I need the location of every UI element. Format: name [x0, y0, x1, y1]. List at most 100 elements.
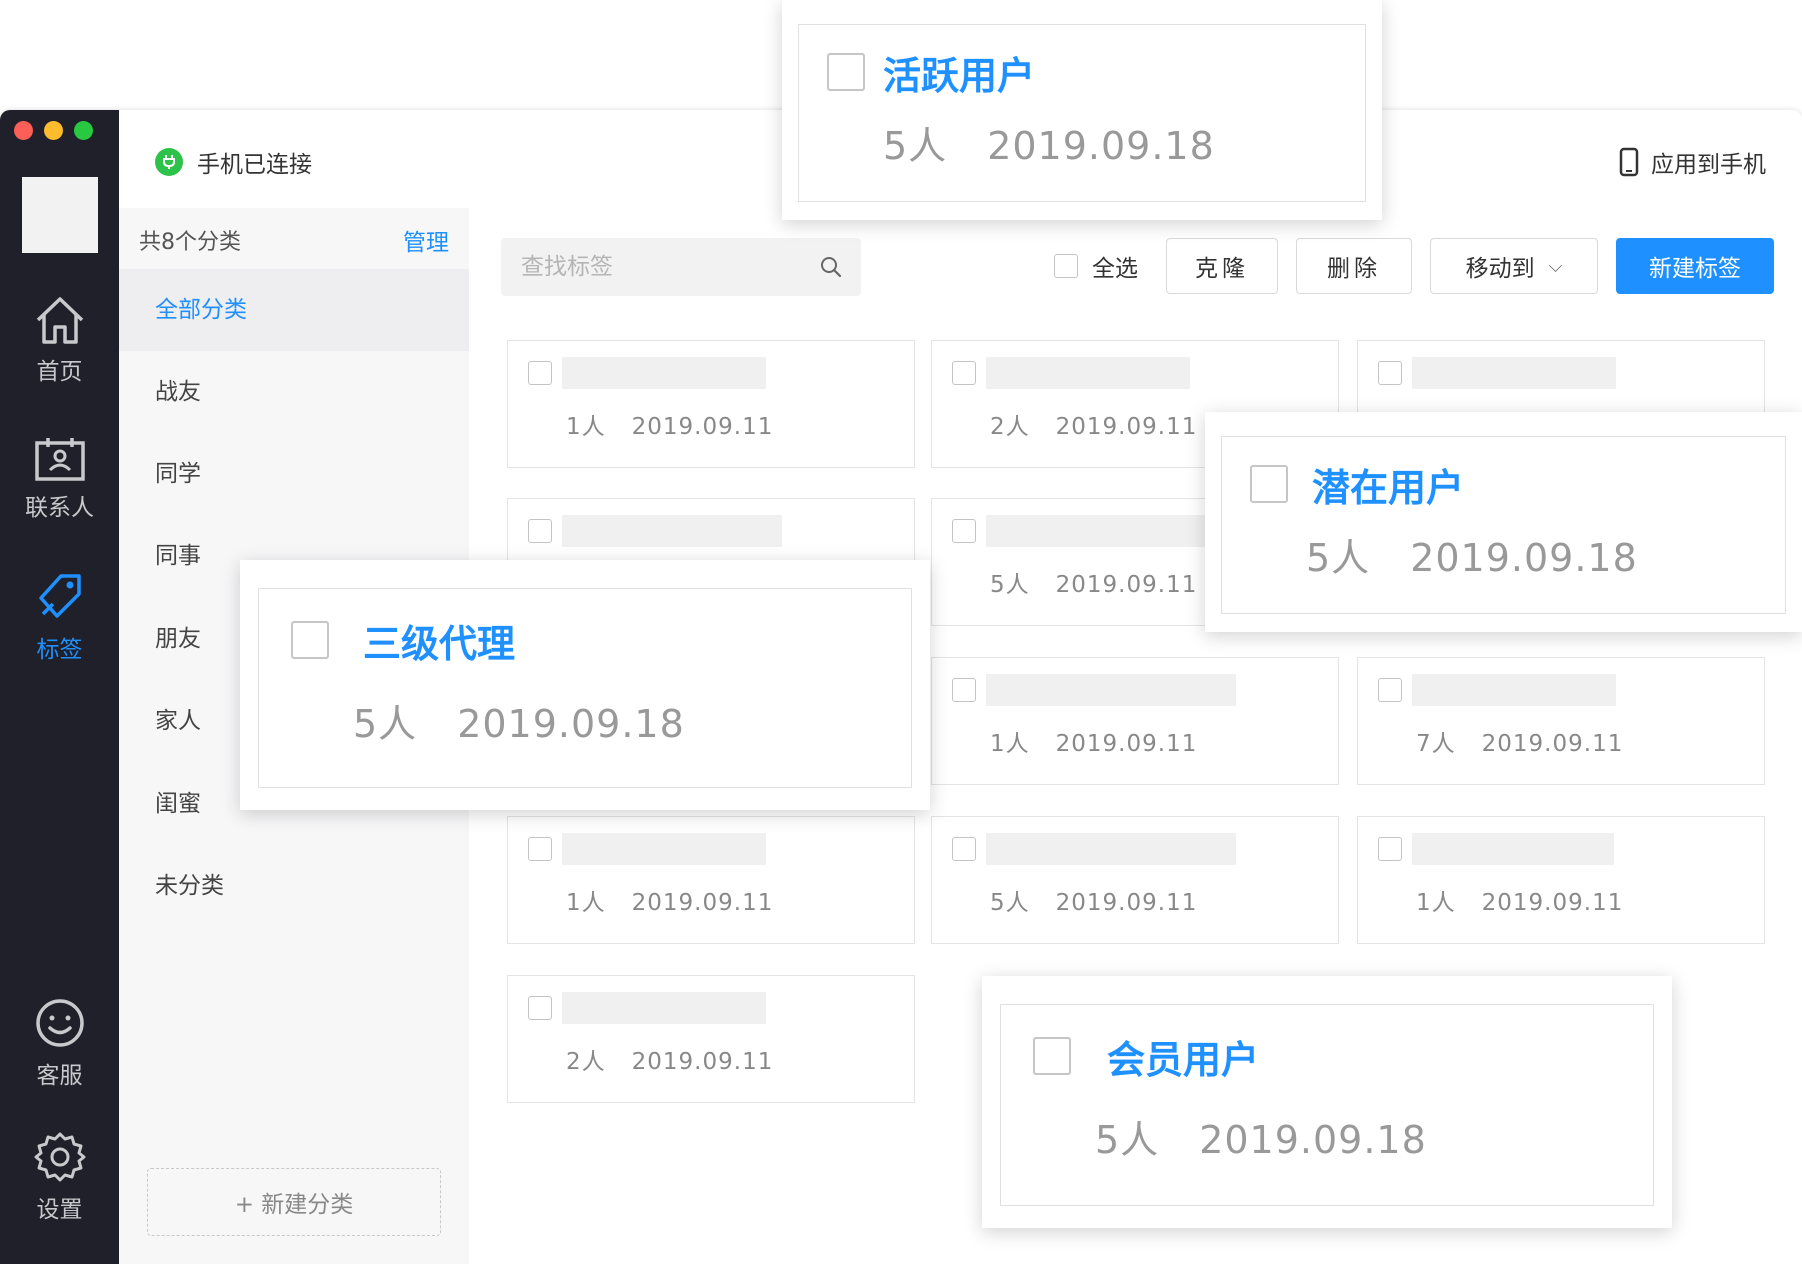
featured-tag-checkbox[interactable]	[827, 53, 865, 91]
contacts-icon	[34, 438, 85, 481]
tag-card[interactable]: 1人 2019.09.11	[507, 340, 915, 468]
tag-member-count: 1人	[990, 731, 1030, 757]
toolbar: 全选 克隆 删除 移动到 ⌵ 新建标签	[1054, 238, 1774, 294]
move-to-label: 移动到	[1465, 256, 1535, 282]
clone-button[interactable]: 克隆	[1166, 238, 1278, 294]
tag-date: 2019.09.11	[631, 414, 774, 440]
zoom-window-button[interactable]	[74, 121, 93, 140]
featured-tag-meta: 5人 2019.09.18	[1095, 1109, 1427, 1164]
featured-tag-title: 三级代理	[363, 622, 516, 666]
tag-member-count: 7人	[1416, 731, 1456, 757]
search-icon[interactable]	[819, 255, 843, 279]
featured-tag-date: 2019.09.18	[457, 702, 685, 746]
tag-icon	[38, 574, 81, 618]
tag-card-checkbox[interactable]	[1378, 361, 1402, 385]
nav-label-service: 客服	[36, 1063, 83, 1089]
tag-name-placeholder	[1412, 357, 1616, 389]
new-category-button[interactable]: + 新建分类	[147, 1168, 441, 1236]
tag-card-checkbox[interactable]	[952, 361, 976, 385]
tag-name-placeholder	[986, 674, 1236, 706]
featured-tag-meta: 5人 2019.09.18	[1306, 527, 1638, 582]
category-item[interactable]: 未分类	[119, 845, 469, 927]
connection-status: 手机已连接	[155, 145, 312, 179]
move-to-dropdown[interactable]: 移动到 ⌵	[1430, 238, 1598, 294]
category-item[interactable]: 战友	[119, 351, 469, 433]
tag-card-checkbox[interactable]	[1378, 678, 1402, 702]
featured-tag-card[interactable]: 会员用户 5人 2019.09.18	[982, 976, 1672, 1228]
phone-icon	[1619, 147, 1639, 177]
phone-connected-icon	[155, 148, 183, 176]
nav-bar: 首页 联系人 标签 客服 设置	[0, 110, 119, 1264]
featured-tag-checkbox[interactable]	[1033, 1037, 1071, 1075]
featured-tag-card[interactable]: 潜在用户 5人 2019.09.18	[1205, 412, 1802, 632]
featured-tag-title: 会员用户	[1107, 1038, 1260, 1082]
tag-card-checkbox[interactable]	[952, 837, 976, 861]
tag-name-placeholder	[562, 833, 766, 865]
tag-card-checkbox[interactable]	[952, 678, 976, 702]
sidebar-header: 共8个分类 管理	[139, 220, 449, 260]
tag-card-checkbox[interactable]	[528, 361, 552, 385]
delete-button[interactable]: 删除	[1296, 238, 1412, 294]
close-window-button[interactable]	[14, 121, 33, 140]
tag-member-count: 2人	[566, 1049, 606, 1075]
tag-card[interactable]: 1人 2019.09.11	[1357, 816, 1765, 944]
featured-tag-frame: 潜在用户 5人 2019.09.18	[1221, 436, 1786, 614]
tag-card-checkbox[interactable]	[528, 519, 552, 543]
nav-label-tags: 标签	[36, 637, 83, 663]
featured-tag-count: 5人	[1095, 1118, 1160, 1162]
featured-tag-date: 2019.09.18	[987, 124, 1215, 168]
tag-member-count: 1人	[566, 414, 606, 440]
tag-card-checkbox[interactable]	[528, 837, 552, 861]
tag-card-checkbox[interactable]	[528, 996, 552, 1020]
featured-tag-card[interactable]: 三级代理 5人 2019.09.18	[240, 560, 930, 810]
nav-item-service[interactable]: 客服	[0, 996, 119, 1090]
tag-member-count: 5人	[990, 890, 1030, 916]
tag-card-meta: 1人 2019.09.11	[990, 724, 1197, 758]
smile-icon	[35, 999, 84, 1047]
tag-card-meta: 2人 2019.09.11	[990, 407, 1197, 441]
featured-tag-count: 5人	[1306, 536, 1371, 580]
window-controls	[14, 121, 93, 140]
tag-card-checkbox[interactable]	[1378, 837, 1402, 861]
nav-item-home[interactable]: 首页	[0, 294, 119, 386]
tag-name-placeholder	[986, 833, 1236, 865]
tag-card[interactable]: 5人 2019.09.11	[931, 816, 1339, 944]
category-all[interactable]: 全部分类	[119, 269, 469, 351]
tag-card-meta: 1人 2019.09.11	[566, 407, 773, 441]
search-input[interactable]	[519, 253, 803, 281]
tag-date: 2019.09.11	[1481, 890, 1624, 916]
tag-date: 2019.09.11	[1481, 731, 1624, 757]
tag-card[interactable]: 7人 2019.09.11	[1357, 657, 1765, 785]
nav-item-settings[interactable]: 设置	[0, 1130, 119, 1224]
category-item[interactable]: 同学	[119, 433, 469, 515]
featured-tag-checkbox[interactable]	[291, 621, 329, 659]
tag-name-placeholder	[986, 515, 1236, 547]
tag-date: 2019.09.11	[1055, 414, 1198, 440]
tag-card-meta: 1人 2019.09.11	[566, 883, 773, 917]
tag-card[interactable]: 2人 2019.09.11	[507, 975, 915, 1103]
tag-card-checkbox[interactable]	[952, 519, 976, 543]
featured-tag-title: 潜在用户	[1312, 466, 1465, 510]
tag-card-meta: 5人 2019.09.11	[990, 883, 1197, 917]
nav-item-contacts[interactable]: 联系人	[0, 436, 119, 522]
avatar[interactable]	[22, 177, 98, 253]
minimize-window-button[interactable]	[44, 121, 63, 140]
tag-member-count: 2人	[990, 414, 1030, 440]
new-tag-button[interactable]: 新建标签	[1616, 238, 1774, 294]
select-all[interactable]: 全选	[1054, 249, 1138, 283]
nav-label-home: 首页	[36, 359, 83, 385]
tag-name-placeholder	[562, 515, 782, 547]
featured-tag-meta: 5人 2019.09.18	[353, 693, 685, 748]
apply-to-phone-button[interactable]: 应用到手机	[1619, 145, 1766, 179]
select-all-checkbox[interactable]	[1054, 254, 1078, 278]
search-box	[501, 238, 861, 296]
featured-tag-checkbox[interactable]	[1250, 465, 1288, 503]
tag-member-count: 1人	[566, 890, 606, 916]
tag-card[interactable]: 1人 2019.09.11	[931, 657, 1339, 785]
nav-label-settings: 设置	[36, 1197, 83, 1223]
tag-card[interactable]: 1人 2019.09.11	[507, 816, 915, 944]
nav-item-tags[interactable]: 标签	[0, 570, 119, 664]
manage-link[interactable]: 管理	[403, 223, 449, 257]
featured-tag-card[interactable]: 活跃用户 5人 2019.09.18	[782, 0, 1382, 220]
select-all-label: 全选	[1092, 256, 1138, 282]
